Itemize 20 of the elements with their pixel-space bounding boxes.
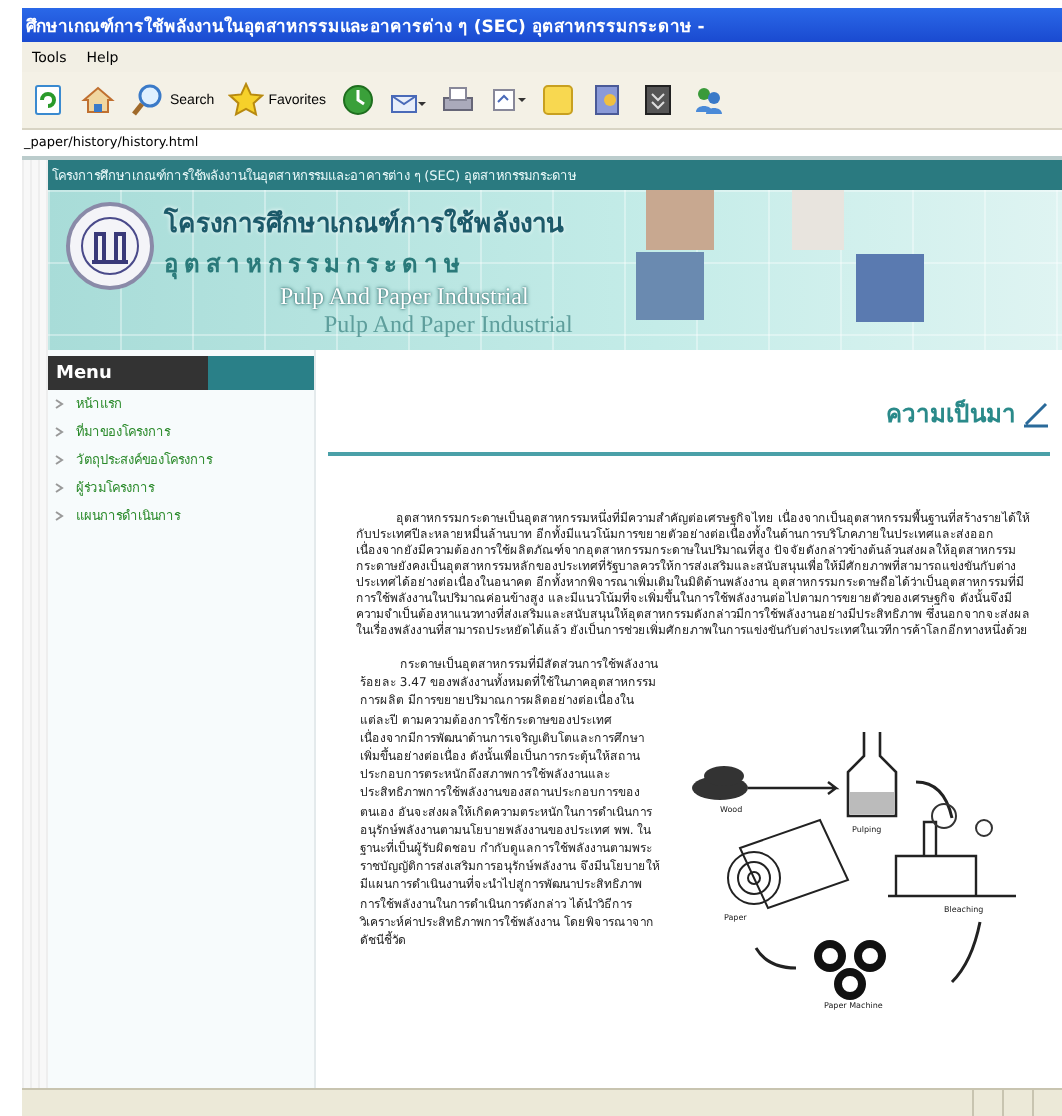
menu-title: Menu — [56, 363, 112, 383]
chevron-icon — [54, 454, 64, 466]
chevron-icon — [54, 510, 64, 522]
photo-placeholder — [856, 254, 924, 322]
banner-subtitle: อุตสาหกรรมกระดาษ — [164, 248, 468, 282]
photo-placeholder — [646, 190, 714, 250]
page-heading: ความเป็นมา — [886, 397, 1016, 432]
banner-title: โครงการศึกษาเกณฑ์การใช้พลังงาน — [164, 205, 566, 244]
search-icon — [130, 82, 166, 118]
photo-placeholder — [792, 190, 844, 250]
banner-tagline: Pulp And Paper Industrial — [280, 282, 531, 312]
window-title: ศึกษาเกณฑ์การใช้พลังงานในอุตสาหกรรมและอาคารต่าง ๆ (SEC) อุตสาหกรรมกระดาษ - — [26, 14, 705, 39]
banner-tagline: Pulp And Paper Industrial — [324, 310, 575, 340]
emblem-icon — [64, 202, 156, 290]
chevron-icon — [54, 482, 64, 494]
pen-icon — [1022, 399, 1050, 427]
chevron-icon — [54, 398, 64, 410]
photo-placeholder — [636, 252, 704, 320]
chevron-icon — [54, 426, 64, 438]
favorites-icon — [228, 82, 265, 118]
